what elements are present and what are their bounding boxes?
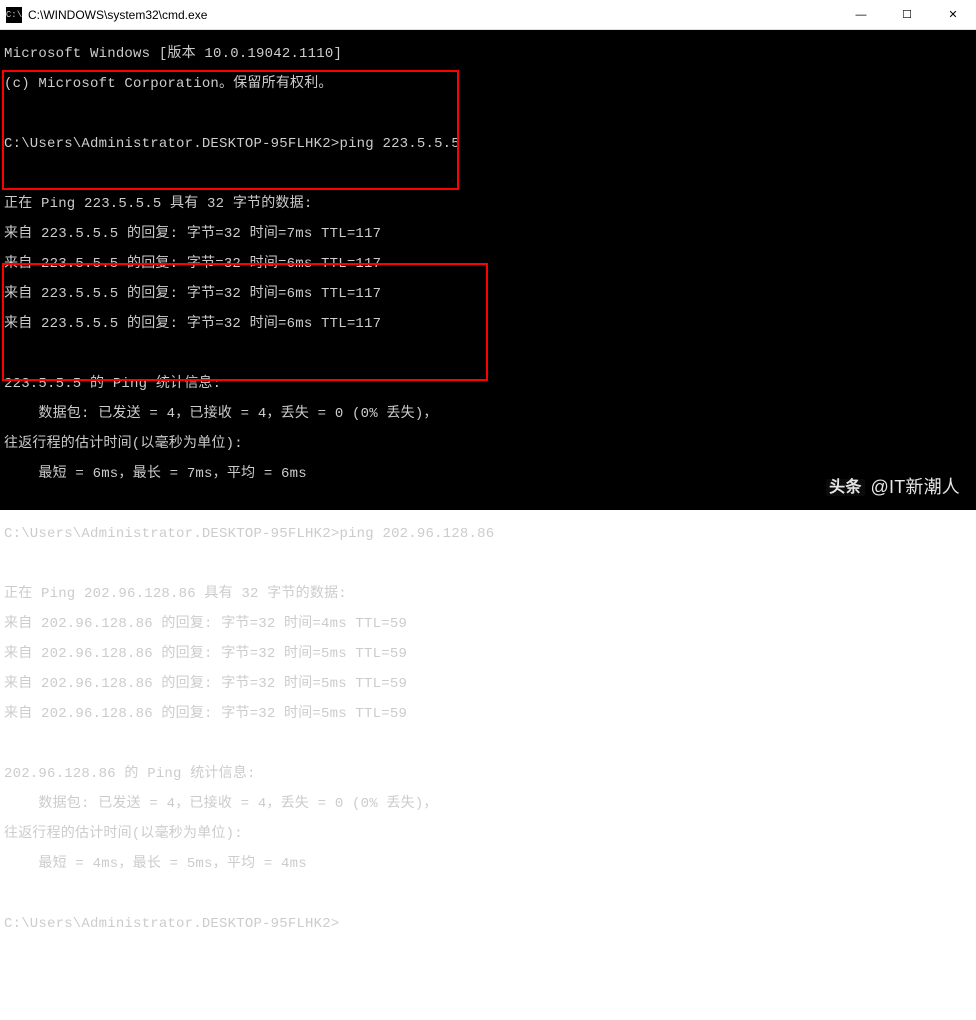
console-line: 来自 223.5.5.5 的回复: 字节=32 时间=7ms TTL=117 <box>4 227 972 242</box>
console-line: 来自 202.96.128.86 的回复: 字节=32 时间=5ms TTL=5… <box>4 647 972 662</box>
console-line: 来自 202.96.128.86 的回复: 字节=32 时间=5ms TTL=5… <box>4 677 972 692</box>
maximize-button[interactable]: ☐ <box>884 0 930 29</box>
prompt-line: C:\Users\Administrator.DESKTOP-95FLHK2>p… <box>4 137 972 152</box>
console-line: 数据包: 已发送 = 4，已接收 = 4，丢失 = 0 (0% 丢失)， <box>4 797 972 812</box>
console-line: 来自 223.5.5.5 的回复: 字节=32 时间=6ms TTL=117 <box>4 257 972 272</box>
console-line: Microsoft Windows [版本 10.0.19042.1110] <box>4 47 972 62</box>
console-line: 正在 Ping 223.5.5.5 具有 32 字节的数据: <box>4 197 972 212</box>
prompt-line: C:\Users\Administrator.DESKTOP-95FLHK2>p… <box>4 527 972 542</box>
console-line: 来自 223.5.5.5 的回复: 字节=32 时间=6ms TTL=117 <box>4 287 972 302</box>
console-line: 来自 223.5.5.5 的回复: 字节=32 时间=6ms TTL=117 <box>4 317 972 332</box>
console-line <box>4 107 972 122</box>
console-line <box>4 737 972 752</box>
watermark-handle: @IT新潮人 <box>871 480 960 495</box>
console-line: 来自 202.96.128.86 的回复: 字节=32 时间=5ms TTL=5… <box>4 707 972 722</box>
watermark-logo: 头条 <box>826 479 864 496</box>
console-line: 来自 202.96.128.86 的回复: 字节=32 时间=4ms TTL=5… <box>4 617 972 632</box>
console-line: 往返行程的估计时间(以毫秒为单位): <box>4 437 972 452</box>
prompt-line: C:\Users\Administrator.DESKTOP-95FLHK2> <box>4 917 972 932</box>
console-line: 223.5.5.5 的 Ping 统计信息: <box>4 377 972 392</box>
console-line: 正在 Ping 202.96.128.86 具有 32 字节的数据: <box>4 587 972 602</box>
prompt-path: C:\Users\Administrator.DESKTOP-95FLHK2> <box>4 526 339 542</box>
console-line: 数据包: 已发送 = 4，已接收 = 4，丢失 = 0 (0% 丢失)， <box>4 407 972 422</box>
console-line: 往返行程的估计时间(以毫秒为单位): <box>4 827 972 842</box>
minimize-button[interactable]: — <box>838 0 884 29</box>
console-area[interactable]: Microsoft Windows [版本 10.0.19042.1110] (… <box>0 30 976 510</box>
window-title: C:\WINDOWS\system32\cmd.exe <box>28 8 838 22</box>
close-button[interactable]: ✕ <box>930 0 976 29</box>
command-text: ping 202.96.128.86 <box>339 526 494 542</box>
command-text: ping 223.5.5.5 <box>339 136 459 152</box>
console-line <box>4 557 972 572</box>
console-line <box>4 887 972 902</box>
titlebar[interactable]: C:\ C:\WINDOWS\system32\cmd.exe — ☐ ✕ <box>0 0 976 30</box>
console-line <box>4 347 972 362</box>
watermark: 头条 @IT新潮人 <box>826 479 960 496</box>
window-controls: — ☐ ✕ <box>838 0 976 29</box>
console-line: 202.96.128.86 的 Ping 统计信息: <box>4 767 972 782</box>
cmd-icon: C:\ <box>6 7 22 23</box>
console-line: (c) Microsoft Corporation。保留所有权利。 <box>4 77 972 92</box>
prompt-path: C:\Users\Administrator.DESKTOP-95FLHK2> <box>4 136 339 152</box>
console-line <box>4 167 972 182</box>
console-line: 最短 = 4ms，最长 = 5ms，平均 = 4ms <box>4 857 972 872</box>
